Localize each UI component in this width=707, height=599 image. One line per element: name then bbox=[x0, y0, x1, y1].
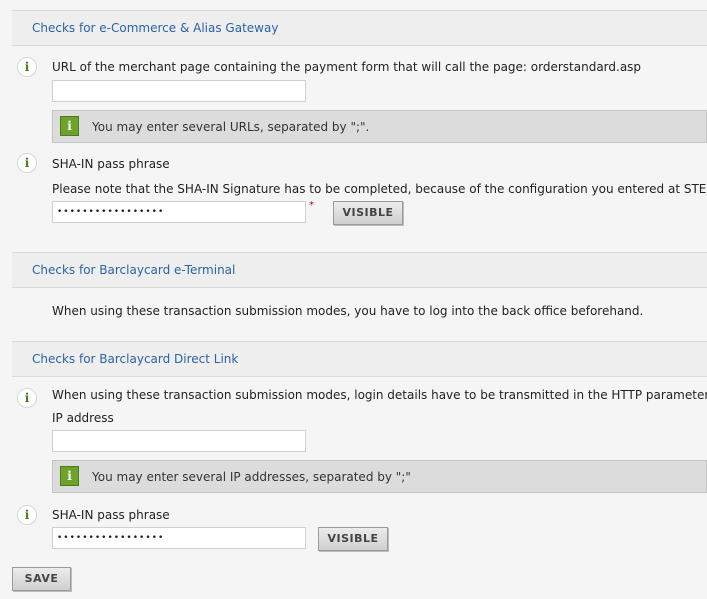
eterminal-text: When using these transaction submission … bbox=[52, 304, 644, 318]
merchant-url-input[interactable] bbox=[52, 80, 306, 102]
urls-hint-text: You may enter several URLs, separated by… bbox=[92, 120, 370, 134]
save-button[interactable]: SAVE bbox=[12, 567, 71, 591]
sha-in-label: SHA-IN pass phrase bbox=[52, 157, 170, 171]
info-badge-icon: i bbox=[60, 466, 79, 486]
info-icon[interactable]: i bbox=[17, 153, 37, 173]
ip-address-label: IP address bbox=[52, 411, 114, 425]
directlink-visible-button[interactable]: VISIBLE bbox=[318, 527, 388, 551]
directlink-sha-in-password-input[interactable]: ••••••••••••••••• bbox=[52, 527, 306, 549]
info-badge-icon: i bbox=[60, 116, 79, 136]
sha-in-password-input[interactable]: ••••••••••••••••• bbox=[52, 201, 306, 223]
section-title-eterminal: Checks for Barclaycard e-Terminal bbox=[32, 263, 236, 277]
section-header-directlink: Checks for Barclaycard Direct Link bbox=[12, 341, 707, 377]
directlink-sha-in-label: SHA-IN pass phrase bbox=[52, 508, 170, 522]
section-title-ecommerce: Checks for e-Commerce & Alias Gateway bbox=[32, 21, 279, 35]
info-icon[interactable]: i bbox=[17, 505, 37, 525]
section-header-eterminal: Checks for Barclaycard e-Terminal bbox=[12, 252, 707, 288]
directlink-text: When using these transaction submission … bbox=[52, 388, 707, 402]
info-icon[interactable]: i bbox=[17, 57, 37, 77]
required-marker: * bbox=[309, 200, 314, 211]
ip-hint-box: i You may enter several IP addresses, se… bbox=[52, 460, 707, 493]
ip-hint-text: You may enter several IP addresses, sepa… bbox=[92, 470, 411, 484]
section-header-ecommerce: Checks for e-Commerce & Alias Gateway bbox=[12, 10, 707, 46]
merchant-url-label: URL of the merchant page containing the … bbox=[52, 60, 642, 74]
section-title-directlink: Checks for Barclaycard Direct Link bbox=[32, 352, 239, 366]
info-icon[interactable]: i bbox=[17, 388, 37, 408]
urls-hint-box: i You may enter several URLs, separated … bbox=[52, 110, 707, 143]
ip-address-input[interactable] bbox=[52, 430, 306, 452]
visible-button[interactable]: VISIBLE bbox=[333, 201, 403, 225]
sha-in-note: Please note that the SHA-IN Signature ha… bbox=[52, 182, 707, 196]
